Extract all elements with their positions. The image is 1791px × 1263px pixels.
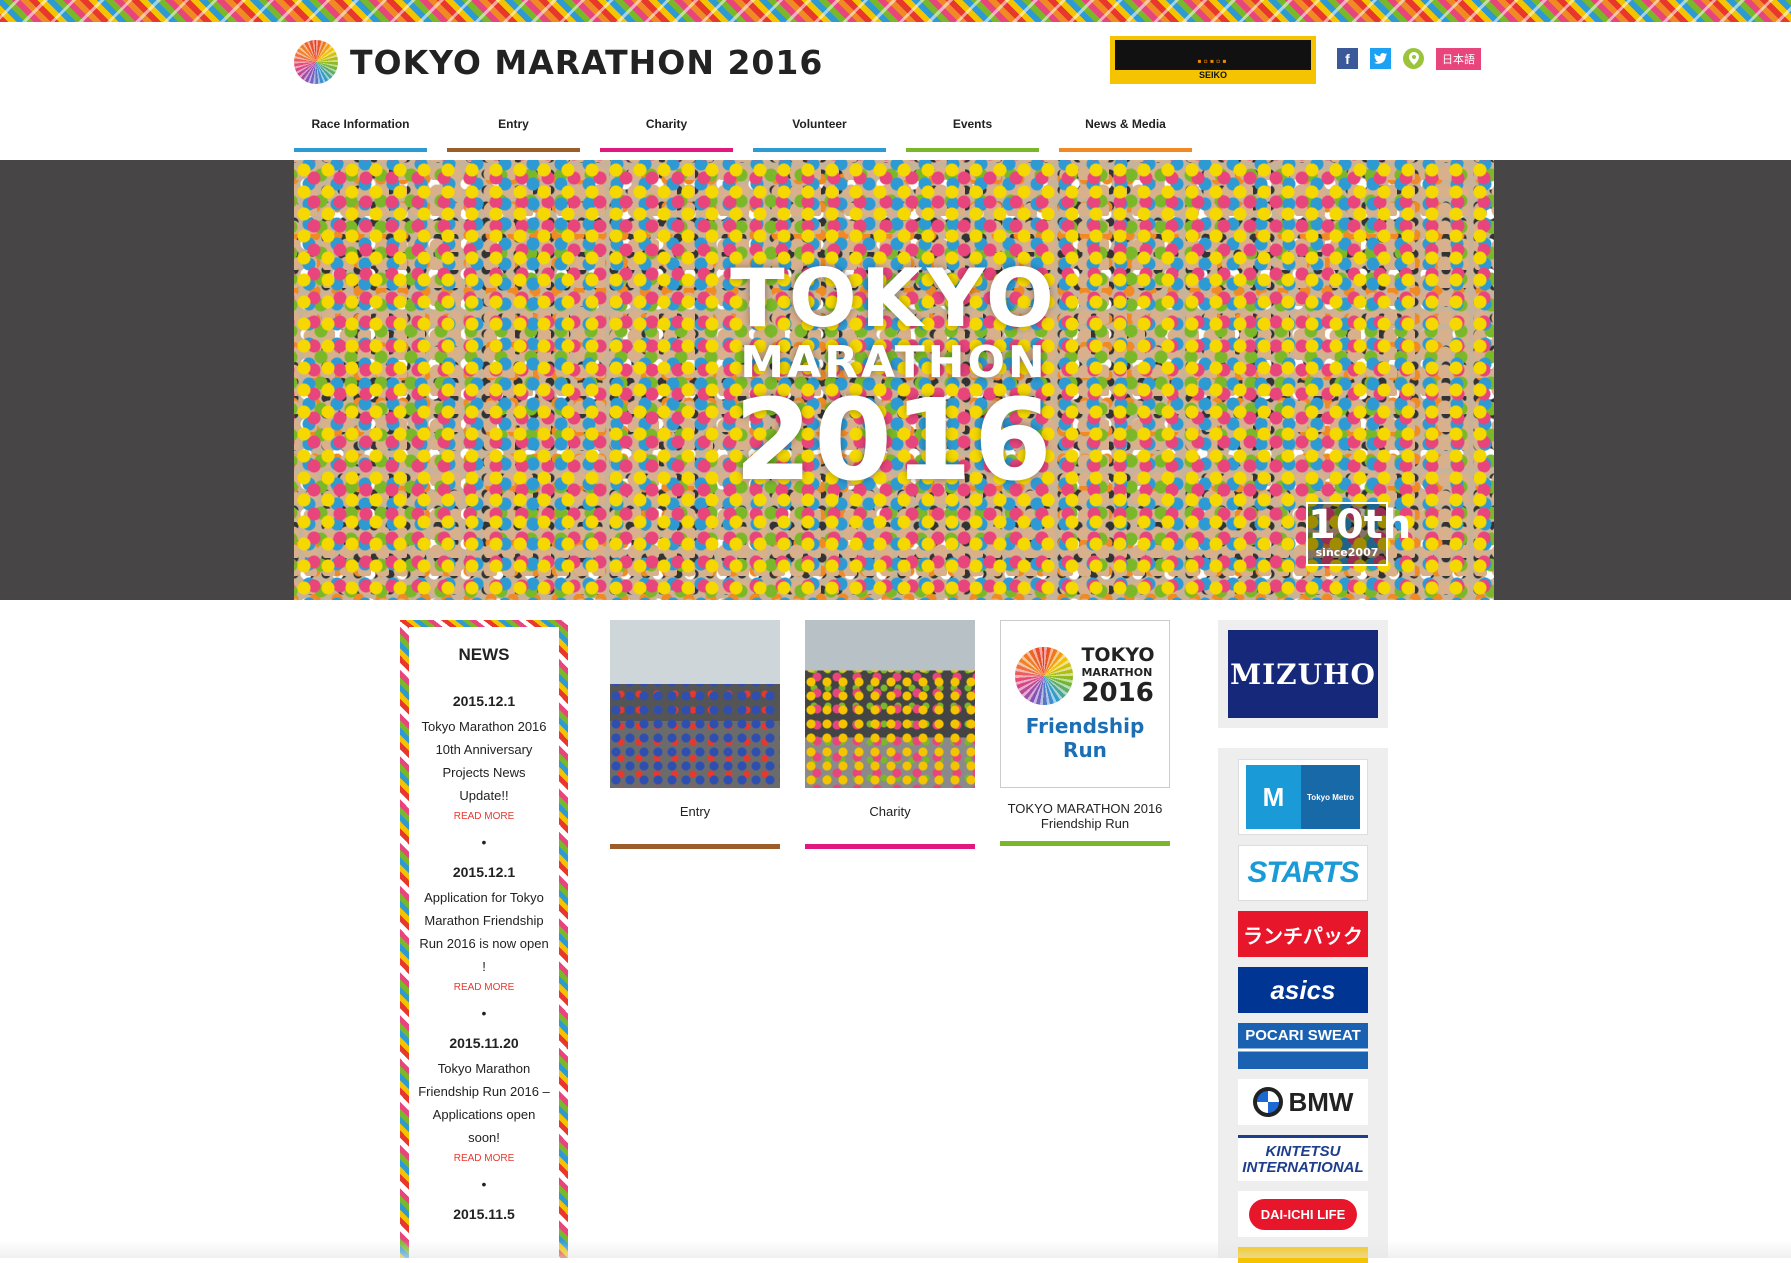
seiko-brand-label: SEIKO [1115,70,1311,80]
tokyo-metro-sponsor-logo[interactable]: M Tokyo Metro [1238,759,1368,835]
next-sponsor-logo-partial[interactable] [1238,1247,1368,1263]
friendship-run-card-label: TOKYO MARATHON 2016 Friendship Run [1007,801,1163,831]
charity-card-label: Charity [869,804,911,819]
asics-sponsor-logo[interactable]: asics [1238,967,1368,1013]
facebook-icon[interactable]: f [1337,48,1358,69]
news-headline[interactable]: Tokyo Marathon 2016 10th Anniversary Pro… [417,715,551,807]
social-links: f [1337,48,1424,69]
news-headline[interactable]: Tokyo Marathon Friendship Run 2016 – App… [417,1057,551,1149]
marathon-logo-icon [1015,647,1074,705]
sponsor-list: M Tokyo Metro STARTS ランチパック asics POCARI… [1218,748,1388,1263]
read-more-link[interactable]: READ MORE [417,811,551,822]
bmw-sponsor-logo[interactable]: BMW [1238,1079,1368,1125]
marathon-logo-icon [294,40,338,84]
news-separator: • [481,1176,487,1192]
news-separator: • [481,834,487,850]
nav-charity[interactable]: Charity [600,114,733,152]
news-date: 2015.11.20 [449,1035,519,1051]
entry-card[interactable]: Entry [610,620,780,849]
nav-volunteer[interactable]: Volunteer [753,114,886,152]
bmw-roundel-icon [1252,1087,1283,1117]
seiko-sponsor-banner[interactable]: ▪▫▪▫▪ SEIKO [1110,36,1316,84]
charity-card[interactable]: Charity [805,620,975,849]
news-heading: NEWS [458,645,510,664]
mizuho-sponsor-logo[interactable]: MIZUHO [1228,630,1378,718]
decorative-top-stripe [0,0,1791,22]
friendship-run-card[interactable]: TOKYO MARATHON 2016 Friendship Run TOKYO… [1000,620,1170,846]
language-japanese-button[interactable]: 日本語 [1436,48,1481,70]
top-sponsor-box: MIZUHO [1218,620,1388,728]
tokyo-metro-icon: M [1246,765,1301,829]
news-headline[interactable]: Application for Tokyo Marathon Friendshi… [417,886,551,978]
site-logo[interactable]: TOKYO MARATHON 2016 [294,40,823,84]
news-date: 2015.12.1 [452,693,516,709]
news-item: 2015.12.1 Application for Tokyo Marathon… [417,864,551,993]
lunchpack-sponsor-logo[interactable]: ランチパック [1238,911,1368,957]
seiko-clock-icon: ▪▫▪▫▪ [1197,54,1229,68]
news-item: 2015.11.20 Tokyo Marathon Friendship Run… [417,1035,551,1164]
entry-card-label: Entry [679,804,711,819]
hero-title-line1: TOKYO [730,252,1058,345]
entry-photo [610,620,780,788]
main-nav: Race Information Entry Charity Volunteer… [294,114,1192,152]
badge-since: since2007 [1315,546,1379,559]
charity-card-underline [805,844,975,849]
pocari-sweat-sponsor-logo[interactable]: POCARI SWEAT [1238,1023,1368,1069]
hero-title-line3: 2016 [734,376,1054,506]
read-more-link[interactable]: READ MORE [417,982,551,993]
news-date: 2015.12.1 [452,864,516,880]
nav-news-media[interactable]: News & Media [1059,114,1192,152]
map-pin-icon[interactable] [1403,48,1424,69]
friendship-run-card-underline [1000,841,1170,846]
read-more-link[interactable]: READ MORE [417,1153,551,1164]
logo-text: TOKYO MARATHON 2016 [350,42,824,82]
badge-number: 10th [1308,502,1412,548]
news-panel: NEWS 2015.12.1 Tokyo Marathon 2016 10th … [400,620,568,1258]
news-separator: • [481,1005,487,1021]
nav-race-information[interactable]: Race Information [294,114,427,152]
entry-card-underline [610,844,780,849]
nav-events[interactable]: Events [906,114,1039,152]
news-item: 2015.11.5 [417,1206,551,1222]
twitter-icon[interactable] [1370,48,1391,69]
starts-sponsor-logo[interactable]: STARTS [1238,845,1368,901]
hero-title: TOKYO MARATHON 2016 [294,252,1494,506]
friendship-run-logo: TOKYO MARATHON 2016 Friendship Run [1000,620,1170,788]
tenth-anniversary-badge: 10th since2007 [1306,502,1412,566]
bottom-fade [0,1240,1791,1258]
dai-ichi-life-sponsor-logo[interactable]: DAI-ICHI LIFE [1238,1191,1368,1237]
news-date: 2015.11.5 [453,1206,515,1222]
charity-photo [805,620,975,788]
kintetsu-international-sponsor-logo[interactable]: KINTETSU INTERNATIONAL [1238,1135,1368,1181]
news-item: 2015.12.1 Tokyo Marathon 2016 10th Anniv… [417,693,551,822]
site-header: TOKYO MARATHON 2016 ▪▫▪▫▪ SEIKO f 日本語 Ra… [0,22,1791,160]
nav-entry[interactable]: Entry [447,114,580,152]
hero-banner[interactable]: TOKYO MARATHON 2016 10th since2007 [294,160,1494,600]
